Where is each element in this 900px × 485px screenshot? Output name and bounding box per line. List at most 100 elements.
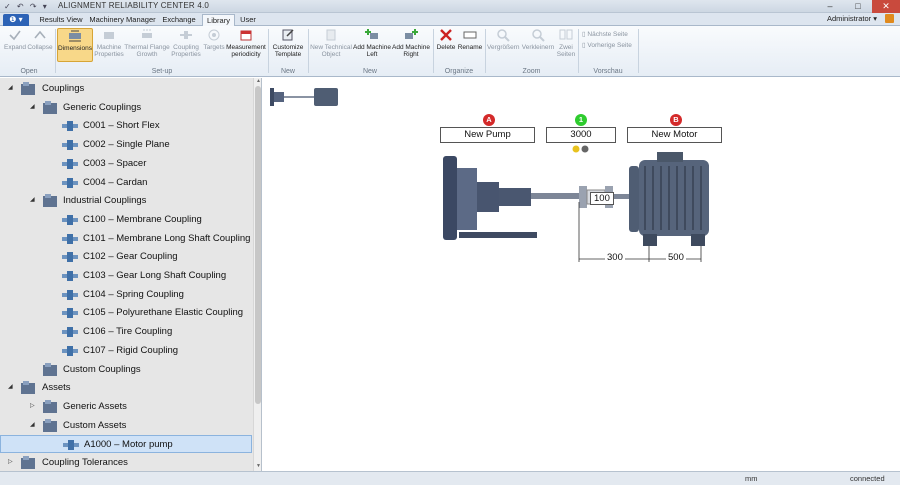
tree-item[interactable]: ◢ Assets [0, 379, 252, 397]
tree-expander[interactable]: ◢ [30, 104, 36, 110]
dimensions-button[interactable]: Dimensions [57, 28, 93, 62]
add-right-icon [405, 29, 418, 39]
tree-item[interactable]: A1000 – Motor pump [0, 435, 252, 454]
custom-assets-icon [43, 418, 57, 432]
tree-item[interactable]: ▷ Coupling Tolerances [0, 454, 252, 471]
tree-item[interactable]: Custom Couplings [0, 361, 252, 379]
machine-b-badge: B [670, 114, 682, 126]
user-area: Administrator ▾ [827, 14, 894, 23]
dimension-label[interactable]: 300 [605, 252, 625, 263]
targets-button[interactable]: Targets [202, 28, 226, 64]
tree-scrollbar[interactable]: ▲ ▼ [253, 78, 261, 471]
scroll-thumb[interactable] [255, 86, 261, 404]
generic-assets-icon [43, 399, 57, 413]
train-thumbnail[interactable] [268, 84, 340, 110]
scroll-up-arrow[interactable]: ▲ [255, 78, 261, 85]
tree-item-label: C107 – Rigid Coupling [83, 344, 179, 356]
ribbon-group-vorschau: Vorschau [593, 68, 623, 75]
ribbon-group-setup: Set-up [151, 68, 173, 75]
file-menu-button[interactable]: ❶ ▾ [3, 14, 29, 26]
next-page-button[interactable]: ▯ Nächste Seite [582, 30, 628, 38]
tree-item[interactable]: ◢ Industrial Couplings [0, 192, 252, 210]
tree-item[interactable]: ◢ Generic Couplings [0, 99, 252, 117]
rename-button[interactable]: Rename [457, 28, 483, 64]
delete-button[interactable]: Delete [435, 28, 457, 64]
tree-item[interactable]: ▷ Generic Assets [0, 398, 252, 416]
measurement-periodicity-button[interactable]: Measurement periodicity [226, 28, 266, 64]
pump-shaft [531, 193, 579, 199]
help-icon[interactable] [885, 14, 894, 23]
motor-shaft [613, 194, 629, 199]
ribbon-separator [638, 29, 639, 73]
ribbon-separator [485, 29, 486, 73]
tree-expander[interactable]: ◢ [30, 422, 36, 428]
zoom-out-button[interactable]: Verkleinern [520, 28, 556, 64]
tree-item[interactable]: C001 – Short Flex [0, 117, 252, 135]
short-flex-coupling-icon [62, 121, 78, 132]
tree-item-label: Generic Couplings [63, 101, 142, 113]
tree-item[interactable]: C002 – Single Plane [0, 136, 252, 154]
tree-expander[interactable]: ▷ [8, 459, 14, 465]
tab-machinery-manager[interactable]: Machinery Manager [89, 14, 156, 26]
spacer-length-field[interactable]: 100 [590, 192, 614, 205]
maximize-button[interactable]: □ [844, 0, 872, 13]
tolerances-folder-icon [21, 456, 35, 469]
ribbon-separator [55, 29, 56, 73]
coupling-icon [180, 31, 192, 39]
tab-user[interactable]: User [235, 14, 261, 26]
tree-item[interactable]: C107 – Rigid Coupling [0, 342, 252, 360]
spacer-coupling-icon [62, 158, 78, 169]
add-machine-left-button[interactable]: Add Machine Left [353, 28, 391, 64]
library-tree: ◢ Couplings ◢ Generic Couplings C001 – Short… [0, 78, 262, 471]
chevron-up-icon [34, 30, 46, 39]
tree-item[interactable]: C103 – Gear Long Shaft Coupling [0, 267, 252, 285]
polyurethane-coupling-icon [62, 308, 78, 319]
prev-page-button[interactable]: ▯ Vorherige Seite [582, 41, 632, 49]
add-machine-right-button[interactable]: Add Machine Right [391, 28, 431, 64]
coupling-properties-label: Coupling Properties [171, 44, 201, 58]
ribbon-group-zoom: Zoom [522, 68, 541, 75]
tree-item[interactable]: C104 – Spring Coupling [0, 286, 252, 304]
user-menu[interactable]: Administrator ▾ [827, 14, 877, 23]
tree-item[interactable]: C003 – Spacer [0, 155, 252, 173]
tree-item[interactable]: C105 – Polyurethane Elastic Coupling [0, 304, 252, 322]
tree-item[interactable]: C100 – Membrane Coupling [0, 211, 252, 229]
quick-access-toolbar[interactable]: ✓ ↶ ↷ ▾ [4, 2, 49, 11]
two-pages-button[interactable]: Zwei Seiten [556, 28, 576, 64]
coupling-properties-button[interactable]: Coupling Properties [170, 28, 202, 64]
close-button[interactable]: ✕ [872, 0, 900, 13]
tree-expander[interactable]: ◢ [8, 85, 14, 91]
tab-results-view[interactable]: Results View [33, 14, 89, 26]
machine-properties-label: Machine Properties [94, 44, 124, 58]
ribbon-group-open: Open [20, 68, 38, 75]
collapse-button[interactable]: Collapse [27, 28, 53, 64]
dimension-label[interactable]: 500 [666, 252, 686, 263]
machine-b-name-field[interactable]: New Motor [627, 127, 722, 143]
tree-item[interactable]: C101 – Membrane Long Shaft Coupling [0, 230, 252, 248]
tab-exchange[interactable]: Exchange [156, 14, 202, 26]
tree-item[interactable]: ◢ Custom Assets [0, 417, 252, 435]
thermal-growth-button[interactable]: Thermal Flange Growth [124, 28, 170, 64]
tree-item[interactable]: C102 – Gear Coupling [0, 248, 252, 266]
scroll-down-arrow[interactable]: ▼ [255, 463, 261, 470]
tree-expander[interactable]: ◢ [30, 197, 36, 203]
new-technical-object-button[interactable]: New Technical Object [309, 28, 353, 64]
tree-item[interactable]: C004 – Cardan [0, 174, 252, 192]
tab-library[interactable]: Library [202, 14, 235, 26]
tree-expander[interactable]: ▷ [30, 403, 36, 409]
target-icon [208, 29, 220, 41]
zoom-in-button[interactable]: Vergrößern [487, 28, 520, 64]
delete-icon [440, 29, 452, 41]
tree-item[interactable]: ◢ Couplings [0, 80, 252, 98]
minimize-button[interactable]: – [816, 0, 844, 13]
machine-a-name-field[interactable]: New Pump [440, 127, 535, 143]
thermal-icon [142, 29, 152, 38]
tree-item[interactable]: C106 – Tire Coupling [0, 323, 252, 341]
rpm-field[interactable]: 3000 [546, 127, 616, 143]
tree-item-label: Assets [42, 382, 71, 394]
expand-button[interactable]: Expand [4, 28, 26, 64]
unit-indicator: mm [745, 474, 758, 483]
customize-template-button[interactable]: Customize Template [270, 28, 306, 64]
tree-expander[interactable]: ◢ [8, 384, 14, 390]
machine-properties-button[interactable]: Machine Properties [94, 28, 124, 64]
